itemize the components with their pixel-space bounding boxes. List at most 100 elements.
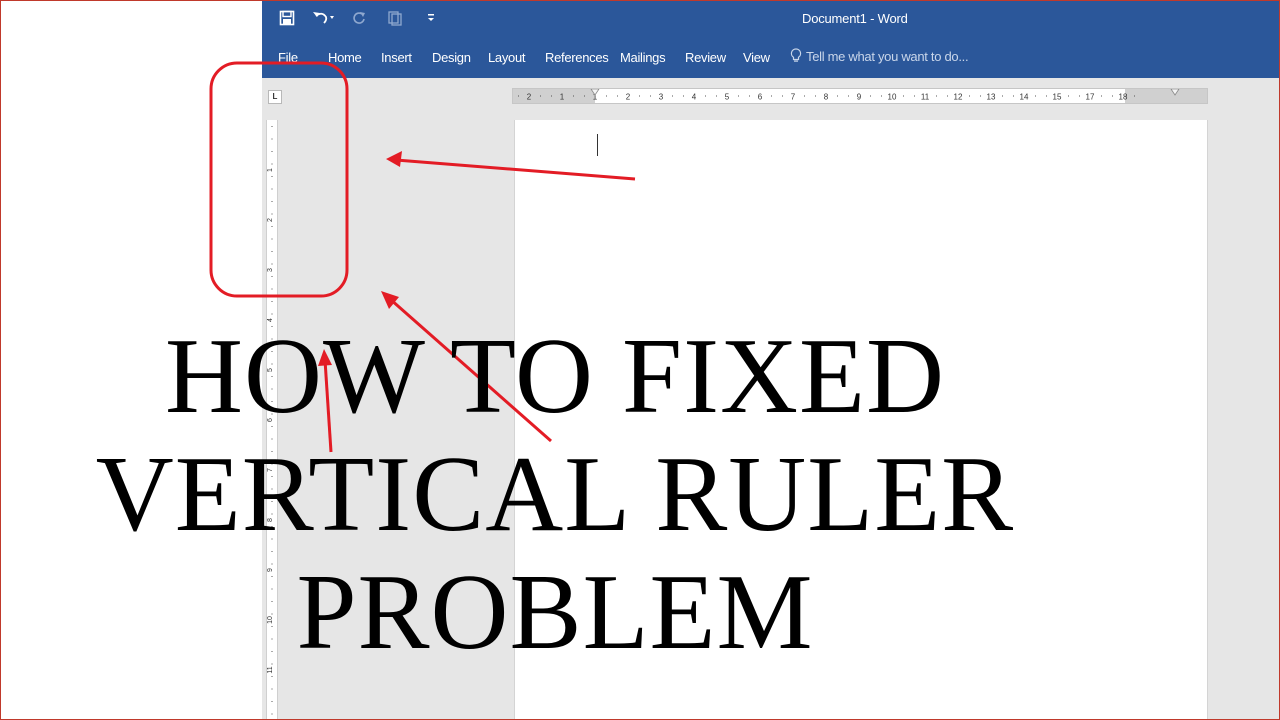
- tab-layout[interactable]: Layout: [488, 50, 526, 65]
- ruler-tick: [870, 95, 871, 97]
- ruler-tick: [969, 95, 970, 97]
- tab-selector[interactable]: L: [268, 90, 282, 104]
- ruler-number: 9: [857, 93, 862, 102]
- ruler-tick: [650, 95, 651, 97]
- tell-me-text: Tell me what you want to do...: [806, 48, 969, 64]
- horizontal-ruler-scale: 2 1 1 2 3 4 5 6 7 8 9 10 11 12 13 14 15 17 18: [518, 89, 1180, 102]
- ruler-tick: [782, 95, 783, 97]
- ruler-tick: [271, 251, 273, 252]
- ribbon-tabs: File Home Insert Design Layout Reference…: [262, 40, 1280, 78]
- undo-icon[interactable]: [312, 7, 334, 29]
- ruler-tick: [1079, 95, 1080, 97]
- ruler-tick: [848, 95, 849, 97]
- ruler-number: 13: [987, 93, 996, 102]
- ruler-tick: [271, 713, 273, 715]
- ruler-tick: [903, 95, 904, 97]
- quick-access-toolbar: [276, 6, 442, 30]
- ruler-tick: [936, 95, 937, 97]
- overlay-line-2: VERTICAL RULER: [95, 435, 1015, 554]
- right-indent-marker[interactable]: [1170, 89, 1180, 96]
- ruler-tick: [271, 301, 273, 302]
- ruler-tick: [914, 95, 915, 97]
- ruler-tick: [540, 95, 541, 97]
- ruler-number: 3: [267, 268, 274, 272]
- ruler-tick: [672, 95, 673, 97]
- ruler-tick: [271, 313, 273, 315]
- ruler-number: 2: [626, 93, 631, 102]
- text-cursor: [597, 134, 598, 156]
- tab-file[interactable]: File: [278, 50, 298, 65]
- ruler-tick: [1112, 95, 1113, 97]
- ruler-tick: [837, 95, 838, 97]
- ruler-tick: [1013, 95, 1014, 97]
- overlay-line-3: PROBLEM: [296, 553, 814, 672]
- customize-qat-icon[interactable]: [420, 7, 442, 29]
- ruler-tick: [771, 95, 772, 97]
- ruler-number: 18: [1119, 93, 1128, 102]
- ruler-number: 10: [888, 93, 897, 102]
- ruler-tick: [947, 95, 948, 97]
- ruler-number: 5: [725, 93, 730, 102]
- ruler-tick: [1046, 95, 1047, 97]
- ruler-number: 2: [527, 93, 532, 102]
- ruler-tick: [271, 151, 273, 152]
- lightbulb-icon: [790, 48, 802, 62]
- ruler-number: 7: [791, 93, 796, 102]
- ruler-tick: [639, 95, 640, 97]
- ruler-number: 15: [1053, 93, 1062, 102]
- tab-review[interactable]: Review: [685, 50, 726, 65]
- ruler-number: 8: [824, 93, 829, 102]
- ruler-tick: [738, 95, 739, 97]
- ruler-number: 11: [921, 93, 930, 102]
- touch-mode-icon[interactable]: [384, 7, 406, 29]
- ruler-tick: [804, 95, 805, 97]
- ruler-tick: [271, 701, 273, 702]
- ruler-number: 12: [954, 93, 963, 102]
- tab-view[interactable]: View: [743, 50, 770, 65]
- ruler-number: 1: [560, 93, 565, 102]
- ruler-tick: [271, 676, 273, 677]
- tab-mailings[interactable]: Mailings: [620, 50, 666, 65]
- tab-insert[interactable]: Insert: [381, 50, 412, 65]
- tab-home[interactable]: Home: [328, 50, 362, 65]
- ruler-tick: [716, 95, 717, 97]
- ruler-tick: [271, 188, 273, 190]
- tab-design[interactable]: Design: [432, 50, 471, 65]
- ruler-number: 2: [267, 218, 274, 222]
- ruler-tick: [815, 95, 816, 97]
- redo-icon[interactable]: [348, 7, 370, 29]
- tab-references[interactable]: References: [545, 50, 609, 65]
- ruler-tick: [271, 288, 273, 290]
- ruler-tick: [518, 95, 519, 97]
- title-bar: Document1 - Word: [262, 0, 1280, 40]
- ruler-tick: [980, 95, 981, 97]
- ruler-tick: [1101, 95, 1102, 97]
- ruler-number: 17: [1086, 93, 1095, 102]
- overlay-line-1: HOW TO FIXED: [164, 317, 946, 436]
- ruler-tick: [271, 201, 273, 202]
- ruler-tick: [683, 95, 684, 97]
- ruler-number: 14: [1020, 93, 1029, 102]
- ruler-tick: [1035, 95, 1036, 97]
- ruler-number: 6: [758, 93, 763, 102]
- ruler-tick: [271, 138, 273, 140]
- save-icon[interactable]: [276, 7, 298, 29]
- horizontal-ruler[interactable]: 2 1 1 2 3 4 5 6 7 8 9 10 11 12 13 14 15 17 18: [512, 88, 1208, 104]
- ruler-tick: [271, 226, 273, 227]
- ruler-tick: [271, 238, 273, 240]
- ruler-tick: [705, 95, 706, 97]
- ruler-tick: [271, 176, 273, 177]
- ruler-tick: [271, 263, 273, 265]
- ruler-tick: [271, 163, 273, 165]
- ruler-number: 3: [659, 93, 664, 102]
- ruler-number: 1: [267, 168, 274, 172]
- ruler-tick: [1002, 95, 1003, 97]
- document-title: Document1 - Word: [802, 11, 908, 26]
- ruler-tick: [271, 688, 273, 690]
- ruler-tick: [881, 95, 882, 97]
- tell-me-box[interactable]: Tell me what you want to do...: [790, 48, 969, 64]
- ruler-tick: [271, 213, 273, 215]
- ruler-area: L 2 1 1 2 3 4 5 6 7 8 9 10 11 12 13 14 15 17 18: [262, 78, 1280, 116]
- ruler-tick: [584, 95, 585, 97]
- ruler-tick: [573, 95, 574, 97]
